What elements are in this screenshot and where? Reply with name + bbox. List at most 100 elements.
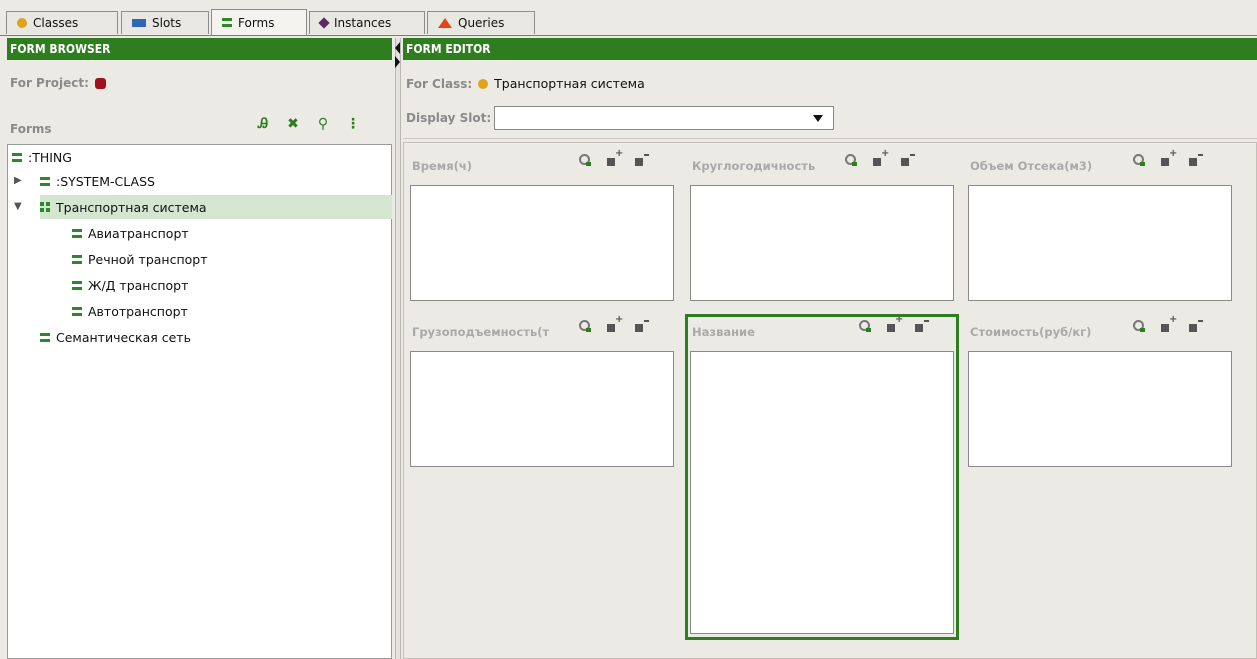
slot-widget[interactable]: Время(ч) <box>410 148 674 303</box>
relayout-form-icon[interactable]: ⚲ <box>314 116 332 132</box>
find-icon[interactable] <box>858 319 872 333</box>
find-icon[interactable] <box>578 153 592 167</box>
find-icon[interactable] <box>1132 153 1146 167</box>
tree-node-auto[interactable]: Автотранспорт <box>72 299 188 323</box>
tree-node-thing[interactable]: :THING <box>12 145 72 169</box>
widget-list[interactable] <box>968 185 1232 301</box>
widget-list[interactable] <box>410 351 674 467</box>
tab-label: Forms <box>238 15 275 30</box>
chevron-down-icon <box>813 115 824 122</box>
form-canvas[interactable]: Время(ч) Круглогодичность Объем Отсека(м… <box>403 142 1257 659</box>
tree-node-label: Автотранспорт <box>88 303 188 319</box>
tab-label: Classes <box>33 16 79 30</box>
tab-classes[interactable]: Classes <box>6 11 118 34</box>
add-icon[interactable] <box>606 148 623 167</box>
instance-diamond-icon <box>318 17 330 29</box>
remove-icon[interactable] <box>634 153 649 167</box>
editor-separator <box>403 138 1257 139</box>
slot-widget-selected[interactable]: Название <box>690 314 954 639</box>
slot-widget[interactable]: Объем Отсека(м3) <box>968 148 1232 303</box>
remove-icon[interactable] <box>634 319 649 333</box>
tab-label: Slots <box>152 16 182 30</box>
collapse-left-icon[interactable] <box>395 42 400 54</box>
tree-node-transport-system[interactable]: Транспортная система <box>40 195 207 219</box>
for-class: For Class: Транспортная система <box>406 76 645 91</box>
tree-node-label: Авиатранспорт <box>88 225 189 241</box>
form-editor-panel: FORM EDITOR For Class: Транспортная сист… <box>403 38 1257 659</box>
tab-forms[interactable]: Forms <box>211 9 307 35</box>
widget-label: Время(ч) <box>412 159 472 173</box>
for-class-value: Транспортная система <box>494 76 645 91</box>
forms-toolbar: Ꭿ ✖ ⚲ ⋮ <box>254 116 362 132</box>
collapse-arrow-icon[interactable]: ▼ <box>14 201 22 212</box>
tree-node-label: Ж/Д транспорт <box>88 277 189 293</box>
widget-toolbar <box>858 314 929 333</box>
collapse-right-icon[interactable] <box>395 56 400 68</box>
tab-instances[interactable]: Instances <box>309 11 425 34</box>
widget-list[interactable] <box>690 185 954 301</box>
tab-slots[interactable]: Slots <box>121 11 209 34</box>
form-icon <box>40 176 50 186</box>
remove-icon[interactable] <box>914 319 929 333</box>
widget-label: Объем Отсека(м3) <box>970 159 1093 173</box>
tree-node-semantic-net[interactable]: Семантическая сеть <box>40 325 191 349</box>
add-icon[interactable] <box>872 148 889 167</box>
slot-widget[interactable]: Стоимость(руб/кг) <box>968 314 1232 469</box>
widget-toolbar <box>1132 314 1203 333</box>
class-circle-icon <box>478 78 489 89</box>
widget-label: Стоимость(руб/кг) <box>970 325 1092 339</box>
tree-node-river[interactable]: Речной транспорт <box>72 247 208 271</box>
tab-queries[interactable]: Queries <box>427 11 535 34</box>
forms-tree[interactable]: :THING ▶ :SYSTEM-CLASS ▼ Транспортная си… <box>7 144 392 659</box>
add-icon[interactable] <box>1160 314 1177 333</box>
form-icon <box>222 18 232 27</box>
tab-divider <box>0 35 1257 36</box>
expand-arrow-icon[interactable]: ▶ <box>14 175 22 186</box>
add-icon[interactable] <box>1160 148 1177 167</box>
for-project-label: For Project: <box>10 76 89 90</box>
widget-toolbar <box>844 148 915 167</box>
add-icon[interactable] <box>606 314 623 333</box>
form-icon <box>12 152 22 162</box>
form-icon <box>72 228 82 238</box>
class-circle-icon <box>17 18 27 28</box>
tab-label: Queries <box>458 16 505 30</box>
tree-node-label: :THING <box>28 149 72 165</box>
panel-splitter[interactable] <box>395 38 401 659</box>
form-icon <box>40 332 50 342</box>
remove-icon[interactable] <box>900 153 915 167</box>
find-form-icon[interactable]: Ꭿ <box>254 116 272 132</box>
slot-widget[interactable]: Грузоподъемность(т <box>410 314 674 469</box>
display-slot-label: Display Slot: <box>406 111 492 125</box>
find-icon[interactable] <box>578 319 592 333</box>
remove-icon[interactable] <box>1188 153 1203 167</box>
forms-label: Forms <box>10 122 52 136</box>
delete-form-icon[interactable]: ✖ <box>284 116 302 132</box>
layout-form-icon[interactable]: ⋮ <box>344 116 362 132</box>
form-browser-header: FORM BROWSER <box>7 38 392 60</box>
find-icon[interactable] <box>844 153 858 167</box>
display-slot-select[interactable] <box>494 106 835 130</box>
for-class-label: For Class: <box>406 76 473 91</box>
widget-toolbar <box>578 148 649 167</box>
widget-list[interactable] <box>690 351 954 634</box>
remove-icon[interactable] <box>1188 319 1203 333</box>
widget-list[interactable] <box>968 351 1232 467</box>
find-icon[interactable] <box>1132 319 1146 333</box>
tree-node-label: Семантическая сеть <box>56 329 191 345</box>
tree-node-system-class[interactable]: :SYSTEM-CLASS <box>40 169 155 193</box>
tree-node-label: Транспортная система <box>56 199 207 215</box>
form-grid-icon <box>40 202 50 212</box>
widget-list[interactable] <box>410 185 674 301</box>
for-project: For Project: <box>10 76 106 90</box>
query-triangle-icon <box>438 18 452 28</box>
slot-widget[interactable]: Круглогодичность <box>690 148 954 303</box>
tree-node-railway[interactable]: Ж/Д транспорт <box>72 273 188 297</box>
project-icon <box>94 77 106 89</box>
form-icon <box>72 306 82 316</box>
add-icon[interactable] <box>886 314 903 333</box>
tree-node-label: Речной транспорт <box>88 251 208 267</box>
tree-node-aviation[interactable]: Авиатранспорт <box>72 221 189 245</box>
tab-label: Instances <box>334 16 392 30</box>
form-editor-header: FORM EDITOR <box>403 38 1257 60</box>
